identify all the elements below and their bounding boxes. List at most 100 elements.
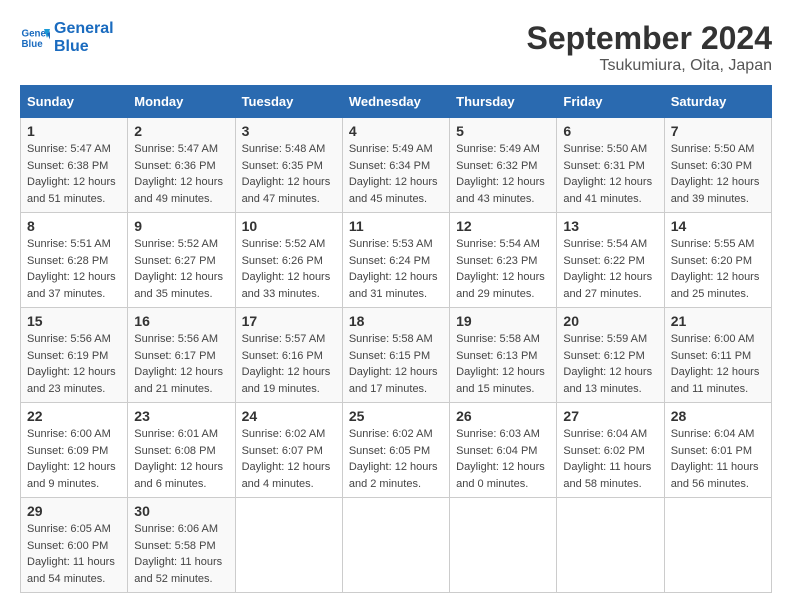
calendar-day-cell: 24 Sunrise: 6:02 AMSunset: 6:07 PMDayligh…: [235, 403, 342, 498]
calendar-day-cell: [235, 498, 342, 593]
calendar-week-row: 22 Sunrise: 6:00 AMSunset: 6:09 PMDayligh…: [21, 403, 772, 498]
logo-general: General: [54, 20, 114, 38]
day-detail: Sunrise: 5:51 AMSunset: 6:28 PMDaylight:…: [27, 236, 121, 302]
calendar-day-cell: 30Sunrise: 6:06 AMSunset: 5:58 PMDayligh…: [128, 498, 235, 593]
calendar-day-cell: 17 Sunrise: 5:57 AMSunset: 6:16 PMDayligh…: [235, 308, 342, 403]
day-detail: Sunrise: 5:56 AMSunset: 6:19 PMDaylight:…: [27, 331, 121, 397]
day-number: 25: [349, 408, 443, 424]
calendar-week-row: 15 Sunrise: 5:56 AMSunset: 6:19 PMDayligh…: [21, 308, 772, 403]
calendar-week-row: 1Sunrise: 5:47 AMSunset: 6:38 PMDaylight…: [21, 118, 772, 213]
calendar-day-cell: 9Sunrise: 5:52 AMSunset: 6:27 PMDaylight…: [128, 213, 235, 308]
title-block: September 2024 Tsukumiura, Oita, Japan: [527, 20, 772, 75]
day-detail: Sunrise: 5:57 AMSunset: 6:16 PMDaylight:…: [242, 331, 336, 397]
day-detail: Sunrise: 5:49 AMSunset: 6:32 PMDaylight:…: [456, 141, 550, 207]
day-number: 9: [134, 218, 228, 234]
calendar-day-cell: 14Sunrise: 5:55 AMSunset: 6:20 PMDayligh…: [664, 213, 771, 308]
day-number: 4: [349, 123, 443, 139]
day-number: 2: [134, 123, 228, 139]
calendar-day-cell: 27 Sunrise: 6:04 AMSunset: 6:02 PMDayligh…: [557, 403, 664, 498]
calendar-day-cell: 2 Sunrise: 5:47 AMSunset: 6:36 PMDaylight…: [128, 118, 235, 213]
day-number: 1: [27, 123, 121, 139]
header-friday: Friday: [557, 86, 664, 118]
day-detail: Sunrise: 5:56 AMSunset: 6:17 PMDaylight:…: [134, 331, 228, 397]
calendar-day-cell: [450, 498, 557, 593]
header-wednesday: Wednesday: [342, 86, 449, 118]
calendar-day-cell: 26Sunrise: 6:03 AMSunset: 6:04 PMDayligh…: [450, 403, 557, 498]
day-number: 18: [349, 313, 443, 329]
calendar-week-row: 29 Sunrise: 6:05 AMSunset: 6:00 PMDayligh…: [21, 498, 772, 593]
day-detail: Sunrise: 5:59 AMSunset: 6:12 PMDaylight:…: [563, 331, 657, 397]
calendar-day-cell: 19 Sunrise: 5:58 AMSunset: 6:13 PMDayligh…: [450, 308, 557, 403]
calendar-day-cell: 8 Sunrise: 5:51 AMSunset: 6:28 PMDaylight…: [21, 213, 128, 308]
day-number: 27: [563, 408, 657, 424]
day-number: 24: [242, 408, 336, 424]
day-number: 7: [671, 123, 765, 139]
calendar-day-cell: 11Sunrise: 5:53 AMSunset: 6:24 PMDayligh…: [342, 213, 449, 308]
header-tuesday: Tuesday: [235, 86, 342, 118]
calendar-day-cell: 12 Sunrise: 5:54 AMSunset: 6:23 PMDayligh…: [450, 213, 557, 308]
day-detail: Sunrise: 5:55 AMSunset: 6:20 PMDaylight:…: [671, 236, 765, 302]
calendar-table: Sunday Monday Tuesday Wednesday Thursday…: [20, 85, 772, 593]
day-detail: Sunrise: 5:54 AMSunset: 6:22 PMDaylight:…: [563, 236, 657, 302]
logo: General Blue General Blue: [20, 20, 114, 55]
day-number: 13: [563, 218, 657, 234]
day-detail: Sunrise: 6:00 AMSunset: 6:11 PMDaylight:…: [671, 331, 765, 397]
day-detail: Sunrise: 5:54 AMSunset: 6:23 PMDaylight:…: [456, 236, 550, 302]
calendar-day-cell: 20 Sunrise: 5:59 AMSunset: 6:12 PMDayligh…: [557, 308, 664, 403]
day-detail: Sunrise: 6:02 AMSunset: 6:05 PMDaylight:…: [349, 426, 443, 492]
logo-icon: General Blue: [20, 23, 50, 53]
day-number: 21: [671, 313, 765, 329]
calendar-day-cell: 18Sunrise: 5:58 AMSunset: 6:15 PMDayligh…: [342, 308, 449, 403]
day-detail: Sunrise: 5:49 AMSunset: 6:34 PMDaylight:…: [349, 141, 443, 207]
calendar-day-cell: 13 Sunrise: 5:54 AMSunset: 6:22 PMDayligh…: [557, 213, 664, 308]
header-thursday: Thursday: [450, 86, 557, 118]
day-number: 12: [456, 218, 550, 234]
calendar-day-cell: [342, 498, 449, 593]
day-number: 19: [456, 313, 550, 329]
calendar-day-cell: 3Sunrise: 5:48 AMSunset: 6:35 PMDaylight…: [235, 118, 342, 213]
calendar-day-cell: 10 Sunrise: 5:52 AMSunset: 6:26 PMDayligh…: [235, 213, 342, 308]
day-number: 5: [456, 123, 550, 139]
calendar-day-cell: 6 Sunrise: 5:50 AMSunset: 6:31 PMDaylight…: [557, 118, 664, 213]
day-detail: Sunrise: 5:50 AMSunset: 6:30 PMDaylight:…: [671, 141, 765, 207]
calendar-day-cell: 7 Sunrise: 5:50 AMSunset: 6:30 PMDaylight…: [664, 118, 771, 213]
day-number: 23: [134, 408, 228, 424]
day-detail: Sunrise: 5:48 AMSunset: 6:35 PMDaylight:…: [242, 141, 336, 207]
calendar-subtitle: Tsukumiura, Oita, Japan: [527, 57, 772, 75]
calendar-day-cell: 15 Sunrise: 5:56 AMSunset: 6:19 PMDayligh…: [21, 308, 128, 403]
calendar-day-cell: 23 Sunrise: 6:01 AMSunset: 6:08 PMDayligh…: [128, 403, 235, 498]
calendar-day-cell: 22 Sunrise: 6:00 AMSunset: 6:09 PMDayligh…: [21, 403, 128, 498]
day-detail: Sunrise: 6:06 AMSunset: 5:58 PMDaylight:…: [134, 521, 228, 587]
calendar-day-cell: 5 Sunrise: 5:49 AMSunset: 6:32 PMDaylight…: [450, 118, 557, 213]
calendar-day-cell: 25 Sunrise: 6:02 AMSunset: 6:05 PMDayligh…: [342, 403, 449, 498]
calendar-day-cell: 16Sunrise: 5:56 AMSunset: 6:17 PMDayligh…: [128, 308, 235, 403]
day-detail: Sunrise: 6:05 AMSunset: 6:00 PMDaylight:…: [27, 521, 121, 587]
day-number: 29: [27, 503, 121, 519]
day-detail: Sunrise: 6:04 AMSunset: 6:01 PMDaylight:…: [671, 426, 765, 492]
day-detail: Sunrise: 5:52 AMSunset: 6:26 PMDaylight:…: [242, 236, 336, 302]
logo-blue: Blue: [54, 38, 89, 56]
day-number: 28: [671, 408, 765, 424]
day-detail: Sunrise: 5:50 AMSunset: 6:31 PMDaylight:…: [563, 141, 657, 207]
day-detail: Sunrise: 6:01 AMSunset: 6:08 PMDaylight:…: [134, 426, 228, 492]
day-detail: Sunrise: 6:00 AMSunset: 6:09 PMDaylight:…: [27, 426, 121, 492]
header-monday: Monday: [128, 86, 235, 118]
day-number: 10: [242, 218, 336, 234]
calendar-week-row: 8 Sunrise: 5:51 AMSunset: 6:28 PMDaylight…: [21, 213, 772, 308]
day-number: 8: [27, 218, 121, 234]
day-detail: Sunrise: 5:58 AMSunset: 6:13 PMDaylight:…: [456, 331, 550, 397]
header-saturday: Saturday: [664, 86, 771, 118]
day-number: 20: [563, 313, 657, 329]
day-detail: Sunrise: 6:02 AMSunset: 6:07 PMDaylight:…: [242, 426, 336, 492]
day-number: 6: [563, 123, 657, 139]
day-number: 17: [242, 313, 336, 329]
header-sunday: Sunday: [21, 86, 128, 118]
day-detail: Sunrise: 6:03 AMSunset: 6:04 PMDaylight:…: [456, 426, 550, 492]
calendar-day-cell: 28 Sunrise: 6:04 AMSunset: 6:01 PMDayligh…: [664, 403, 771, 498]
svg-text:Blue: Blue: [22, 39, 44, 50]
day-number: 15: [27, 313, 121, 329]
day-number: 22: [27, 408, 121, 424]
calendar-day-cell: 21 Sunrise: 6:00 AMSunset: 6:11 PMDayligh…: [664, 308, 771, 403]
day-detail: Sunrise: 5:47 AMSunset: 6:36 PMDaylight:…: [134, 141, 228, 207]
day-detail: Sunrise: 6:04 AMSunset: 6:02 PMDaylight:…: [563, 426, 657, 492]
